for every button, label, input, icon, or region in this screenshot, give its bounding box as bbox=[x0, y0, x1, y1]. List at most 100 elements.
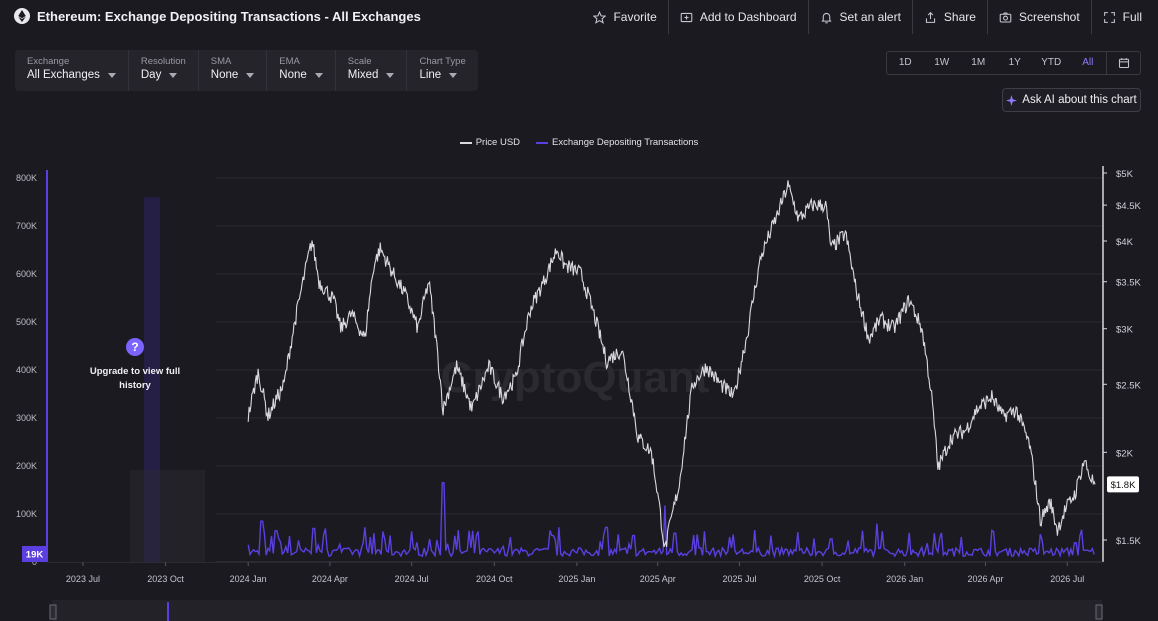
share-label: Share bbox=[943, 10, 976, 24]
left-axis-tick-label: 400K bbox=[16, 365, 37, 375]
left-axis-tick-label: 700K bbox=[16, 221, 37, 231]
x-axis-tick-label: 2026 Apr bbox=[968, 574, 1004, 584]
star-icon bbox=[593, 10, 607, 24]
x-axis-tick-label: 2024 Jan bbox=[230, 574, 267, 584]
legend-label-deposits: Exchange Depositing Transactions bbox=[552, 137, 699, 148]
locked-blur-patch bbox=[130, 470, 205, 562]
x-axis-tick-label: 2025 Jan bbox=[558, 574, 595, 584]
watermark-text: CryptoQuant bbox=[441, 353, 710, 402]
right-axis-tick-label: $4.5K bbox=[1116, 201, 1141, 212]
sma-select[interactable]: SMA None bbox=[199, 50, 268, 91]
deposits-series-line bbox=[247, 482, 1095, 559]
navigator-track bbox=[52, 600, 1102, 621]
set-alert-label: Set an alert bbox=[839, 10, 901, 24]
left-axis-tick-label: 300K bbox=[16, 413, 37, 423]
x-axis-tick-label: 2023 Jul bbox=[66, 574, 100, 584]
ask-ai-button[interactable]: Ask AI about this chart bbox=[1002, 88, 1141, 112]
ema-select-label: EMA bbox=[279, 56, 300, 67]
dashboard-add-icon bbox=[680, 12, 693, 22]
range-1d-button[interactable]: 1D bbox=[887, 52, 924, 74]
navigator-left-handle bbox=[49, 604, 57, 620]
left-axis-tick-label: 200K bbox=[16, 461, 37, 471]
legend-label-price: Price USD bbox=[475, 137, 521, 148]
scale-select-value: Mixed bbox=[347, 69, 379, 81]
range-1w-button[interactable]: 1W bbox=[924, 52, 961, 74]
ethereum-logo-icon bbox=[14, 8, 30, 24]
x-axis-tick-label: 2024 Jul bbox=[395, 574, 429, 584]
time-range-selector: 1D 1W 1M 1Y YTD All bbox=[886, 51, 1141, 75]
x-axis-tick-label: 2026 Jul bbox=[1050, 574, 1084, 584]
x-axis-tick-label: 2026 Jan bbox=[886, 574, 923, 584]
chevron-down-icon bbox=[449, 73, 458, 78]
sma-select-value: None bbox=[210, 69, 239, 81]
right-axis-tick-label: $3.5K bbox=[1116, 278, 1141, 289]
range-1y-button[interactable]: 1Y bbox=[997, 52, 1034, 74]
scale-select[interactable]: Scale Mixed bbox=[336, 50, 408, 91]
resolution-select-value: Day bbox=[140, 69, 162, 81]
page-title: Ethereum: Exchange Depositing Transactio… bbox=[37, 9, 421, 24]
chart-legend: Price USD Exchange Depositing Transactio… bbox=[0, 137, 1158, 148]
filter-bar: Exchange All Exchanges Resolution Day SM… bbox=[15, 50, 478, 91]
legend-item-price[interactable]: Price USD bbox=[459, 137, 521, 148]
resolution-select[interactable]: Resolution Day bbox=[129, 50, 199, 91]
resolution-select-label: Resolution bbox=[140, 56, 186, 67]
x-axis-tick-label: 2024 Apr bbox=[312, 574, 348, 584]
fullscreen-icon bbox=[1103, 11, 1115, 23]
favorite-button[interactable]: Favorite bbox=[582, 0, 669, 34]
chart-type-select-label: Chart Type bbox=[419, 56, 466, 67]
exchange-select-label: Exchange bbox=[27, 56, 70, 67]
ask-ai-label: Ask AI about this chart bbox=[1022, 94, 1137, 106]
right-axis-tick-label: $2.5K bbox=[1116, 380, 1141, 391]
add-to-dashboard-button[interactable]: Add to Dashboard bbox=[669, 0, 809, 34]
x-axis-tick-label: 2023 Oct bbox=[147, 574, 184, 584]
favorite-label: Favorite bbox=[613, 10, 657, 24]
ema-select[interactable]: EMA None bbox=[267, 50, 336, 91]
add-to-dashboard-label: Add to Dashboard bbox=[699, 10, 797, 24]
last-price-label: $1.8K bbox=[1111, 480, 1136, 491]
screenshot-label: Screenshot bbox=[1018, 10, 1080, 24]
chart-type-select[interactable]: Chart Type Line bbox=[407, 50, 477, 91]
right-axis-tick-label: $5K bbox=[1116, 169, 1134, 180]
right-axis-tick-label: $4K bbox=[1116, 237, 1134, 248]
chevron-down-icon bbox=[107, 73, 116, 78]
fullscreen-button[interactable]: Full bbox=[1092, 0, 1158, 34]
navigator-right-handle bbox=[1095, 604, 1103, 620]
header-actions: Favorite Add to Dashboard Set an alert S… bbox=[582, 0, 1158, 34]
chevron-down-icon bbox=[314, 73, 323, 78]
exchange-select[interactable]: Exchange All Exchanges bbox=[15, 50, 129, 91]
left-axis-tick-label: 800K bbox=[16, 173, 37, 183]
upgrade-overlay[interactable]: ? Upgrade to view full history bbox=[80, 338, 190, 393]
chart-type-select-value: Line bbox=[419, 69, 442, 81]
share-icon bbox=[925, 11, 936, 23]
x-axis-tick-label: 2025 Oct bbox=[804, 574, 841, 584]
bell-icon bbox=[820, 12, 832, 23]
x-axis-tick-label: 2025 Apr bbox=[640, 574, 676, 584]
calendar-icon bbox=[1118, 58, 1129, 69]
question-icon: ? bbox=[126, 338, 144, 356]
top-bar: Ethereum: Exchange Depositing Transactio… bbox=[0, 0, 1158, 34]
right-axis-tick-label: $3K bbox=[1116, 325, 1134, 336]
x-axis-tick-label: 2025 Jul bbox=[722, 574, 756, 584]
scale-select-label: Scale bbox=[347, 56, 372, 67]
right-axis-tick-label: $1.5K bbox=[1116, 536, 1141, 547]
set-alert-button[interactable]: Set an alert bbox=[809, 0, 913, 34]
right-axis-tick-label: $2K bbox=[1116, 448, 1134, 459]
sma-select-label: SMA bbox=[210, 56, 232, 67]
range-1m-button[interactable]: 1M bbox=[960, 52, 997, 74]
camera-icon bbox=[999, 12, 1012, 22]
screenshot-button[interactable]: Screenshot bbox=[988, 0, 1092, 34]
chevron-down-icon bbox=[246, 73, 255, 78]
x-axis-tick-label: 2024 Oct bbox=[476, 574, 513, 584]
chevron-down-icon bbox=[386, 73, 395, 78]
chevron-down-icon bbox=[169, 73, 178, 78]
ema-select-value: None bbox=[279, 69, 307, 81]
calendar-button[interactable] bbox=[1106, 52, 1140, 74]
exchange-select-value: All Exchanges bbox=[27, 69, 100, 81]
range-ytd-button[interactable]: YTD bbox=[1033, 52, 1070, 74]
range-all-button[interactable]: All bbox=[1070, 52, 1107, 74]
left-axis-tick-label: 100K bbox=[16, 509, 37, 519]
share-button[interactable]: Share bbox=[913, 0, 988, 34]
legend-item-deposits[interactable]: Exchange Depositing Transactions bbox=[536, 137, 698, 148]
sparkle-icon bbox=[1006, 94, 1018, 106]
fullscreen-label: Full bbox=[1122, 10, 1142, 24]
